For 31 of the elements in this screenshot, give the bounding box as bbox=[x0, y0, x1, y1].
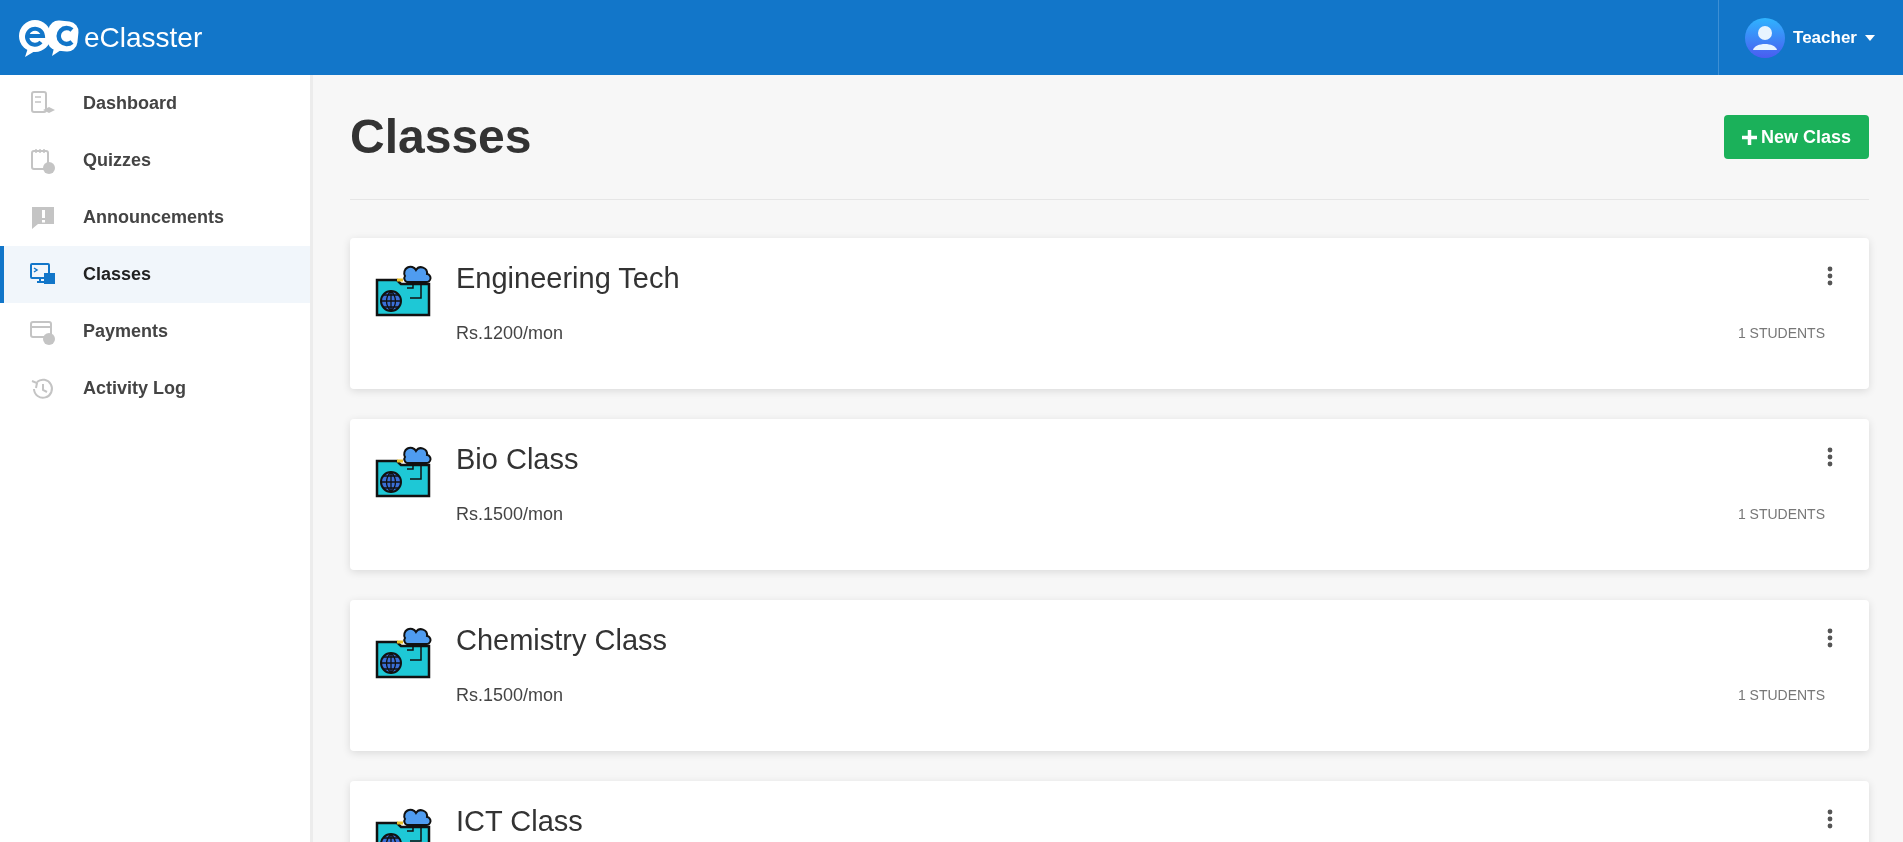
caret-icon bbox=[1865, 34, 1875, 41]
class-name: ICT Class bbox=[456, 804, 583, 839]
page-title: Classes bbox=[350, 109, 532, 165]
student-count: 1 STUDENTS bbox=[1737, 324, 1825, 343]
sidebar-item[interactable]: Payments bbox=[0, 303, 310, 360]
class-card[interactable]: Chemistry Class Rs.1500/mon 1 STUDENTS bbox=[350, 600, 1869, 751]
sidebar-item[interactable]: Quizzes bbox=[0, 132, 310, 189]
class-card[interactable]: Engineering Tech Rs.1200/mon 1 STUDENTS bbox=[350, 238, 1869, 389]
logo-icon bbox=[18, 17, 80, 58]
more-options-icon[interactable] bbox=[1827, 809, 1833, 829]
more-options-icon[interactable] bbox=[1827, 447, 1833, 467]
class-name: Engineering Tech bbox=[456, 261, 680, 296]
more-options-icon[interactable] bbox=[1827, 266, 1833, 286]
class-fee: Rs.1500/mon bbox=[456, 503, 564, 526]
avatar-icon bbox=[1745, 17, 1786, 58]
sidebar-item[interactable]: Dashboard bbox=[0, 75, 310, 132]
sidebar-item[interactable]: Announcements bbox=[0, 189, 310, 246]
sidebar-item[interactable]: Activity Log bbox=[0, 360, 310, 417]
class-fee: Rs.1200/mon bbox=[456, 322, 564, 345]
plus-icon bbox=[1741, 129, 1757, 145]
student-count: 1 STUDENTS bbox=[1737, 505, 1825, 524]
class-card[interactable]: ICT Class bbox=[350, 781, 1869, 842]
class-fee: Rs.1500/mon bbox=[456, 684, 564, 707]
class-name: Chemistry Class bbox=[456, 623, 668, 658]
user-menu-button[interactable]: Teacher bbox=[1745, 17, 1875, 58]
class-name: Bio Class bbox=[456, 442, 579, 477]
class-card[interactable]: Bio Class Rs.1500/mon 1 STUDENTS bbox=[350, 419, 1869, 570]
student-count: 1 STUDENTS bbox=[1737, 686, 1825, 705]
brand-name: eClasster bbox=[84, 23, 203, 52]
more-options-icon[interactable] bbox=[1827, 628, 1833, 648]
sidebar-item[interactable]: Classes bbox=[0, 246, 310, 303]
